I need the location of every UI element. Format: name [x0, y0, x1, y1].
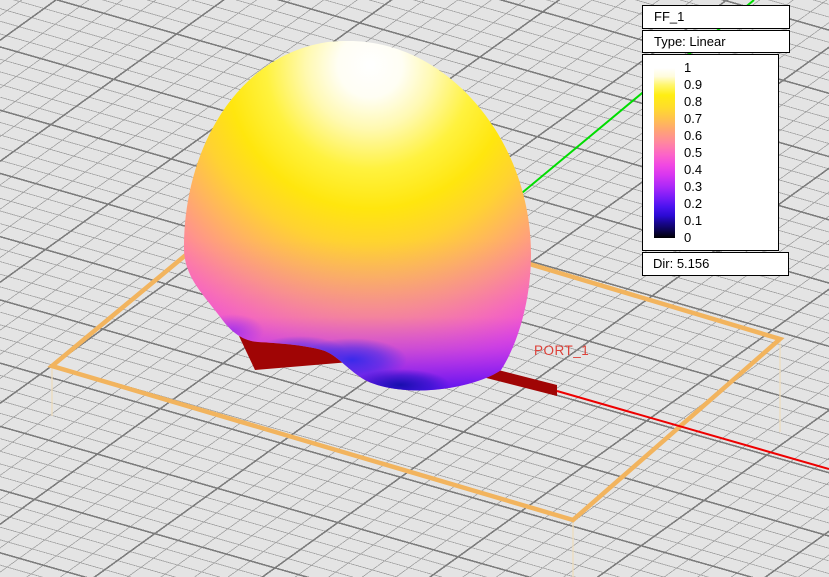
legend-type-box: Type: Linear [642, 30, 790, 53]
colorbar [654, 68, 675, 238]
legend-directivity-box: Dir: 5.156 [642, 252, 789, 276]
pattern-null-blob [350, 369, 450, 401]
scale-type-label: Type: Linear [654, 34, 726, 49]
colorbar-tick: 0 [684, 231, 691, 245]
colorbar-tick: 0.1 [684, 214, 702, 228]
colorbar-tick: 1 [684, 61, 691, 75]
colorbar-tick: 0.6 [684, 129, 702, 143]
port-label: PORT_1 [534, 343, 589, 358]
colorbar-tick: 0.9 [684, 78, 702, 92]
x-axis-line [557, 391, 829, 469]
legend-scale-box: 1 0.9 0.8 0.7 0.6 0.5 0.4 0.3 0.2 0.1 0 [642, 54, 779, 251]
colorbar-tick: 0.8 [684, 95, 702, 109]
legend-title-box: FF_1 [642, 5, 790, 29]
farfield-result-name: FF_1 [654, 9, 684, 24]
directivity-value: Dir: 5.156 [653, 256, 709, 271]
colorbar-tick: 0.2 [684, 197, 702, 211]
colorbar-tick: 0.3 [684, 180, 702, 194]
viewport-3d[interactable]: PORT_1 FF_1 Type: Linear 1 0.9 0.8 0.7 0… [0, 0, 829, 577]
farfield-pattern-rim-shading [184, 41, 531, 390]
colorbar-tick: 0.7 [684, 112, 702, 126]
colorbar-tick: 0.5 [684, 146, 702, 160]
colorbar-tick: 0.4 [684, 163, 702, 177]
